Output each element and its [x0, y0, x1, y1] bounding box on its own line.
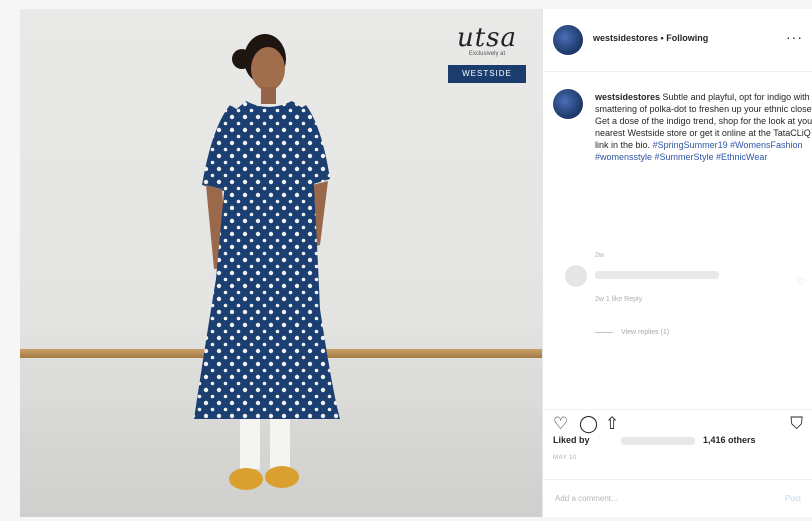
- header-separator: •: [660, 33, 664, 43]
- brand-badge: WESTSIDE: [448, 65, 526, 83]
- post-image[interactable]: utsa Exclusively at WESTSIDE: [20, 9, 542, 517]
- liked-by-prefix[interactable]: Liked by: [553, 435, 590, 445]
- view-replies-text[interactable]: View replies (1): [621, 329, 669, 336]
- share-icon[interactable]: ⇧: [605, 414, 619, 434]
- brand-logo: utsa Exclusively at WESTSIDE: [446, 23, 528, 83]
- reply-avatar[interactable]: [565, 265, 587, 287]
- heart-icon[interactable]: ♡: [553, 414, 568, 434]
- caption-text: westsidestores Subtle and playful, opt f…: [595, 91, 812, 163]
- brand-script-text: utsa: [456, 23, 518, 53]
- comment-input[interactable]: [553, 493, 757, 504]
- action-bar: ♡ ◯ ⇧ ⛉: [543, 409, 812, 434]
- caption-username[interactable]: westsidestores: [595, 92, 660, 102]
- reply-meta[interactable]: 2w 1 like Reply: [595, 296, 642, 303]
- header-username[interactable]: westsidestores • Following: [593, 33, 708, 43]
- post-sidebar: westsidestores • Following ··· westsides…: [542, 9, 812, 517]
- post-header: westsidestores • Following ···: [543, 9, 812, 72]
- liked-by-user-redacted: [621, 437, 695, 445]
- view-replies-dash: [595, 331, 613, 333]
- more-options-icon[interactable]: ···: [786, 29, 803, 45]
- comment-icon[interactable]: ◯: [579, 414, 598, 434]
- reply-heart-icon[interactable]: ♡: [797, 277, 805, 288]
- model-figure: [194, 34, 340, 490]
- caption-time: 2w: [595, 252, 604, 259]
- view-replies-link[interactable]: View replies (1): [595, 329, 669, 336]
- avatar[interactable]: [553, 25, 583, 55]
- post-date: MAY 10: [553, 455, 577, 461]
- post-frame: utsa Exclusively at WESTSIDE westsidesto…: [0, 0, 812, 521]
- reply-text-redacted: [595, 271, 719, 279]
- post-comment-button[interactable]: Post: [779, 493, 807, 504]
- likes-count[interactable]: 1,416 others: [703, 435, 756, 445]
- caption-avatar[interactable]: [553, 89, 583, 119]
- comment-row: Post: [543, 479, 812, 518]
- bookmark-icon[interactable]: ⛉: [790, 414, 803, 434]
- header-username-text[interactable]: westsidestores: [593, 33, 658, 43]
- follow-state[interactable]: Following: [666, 33, 708, 43]
